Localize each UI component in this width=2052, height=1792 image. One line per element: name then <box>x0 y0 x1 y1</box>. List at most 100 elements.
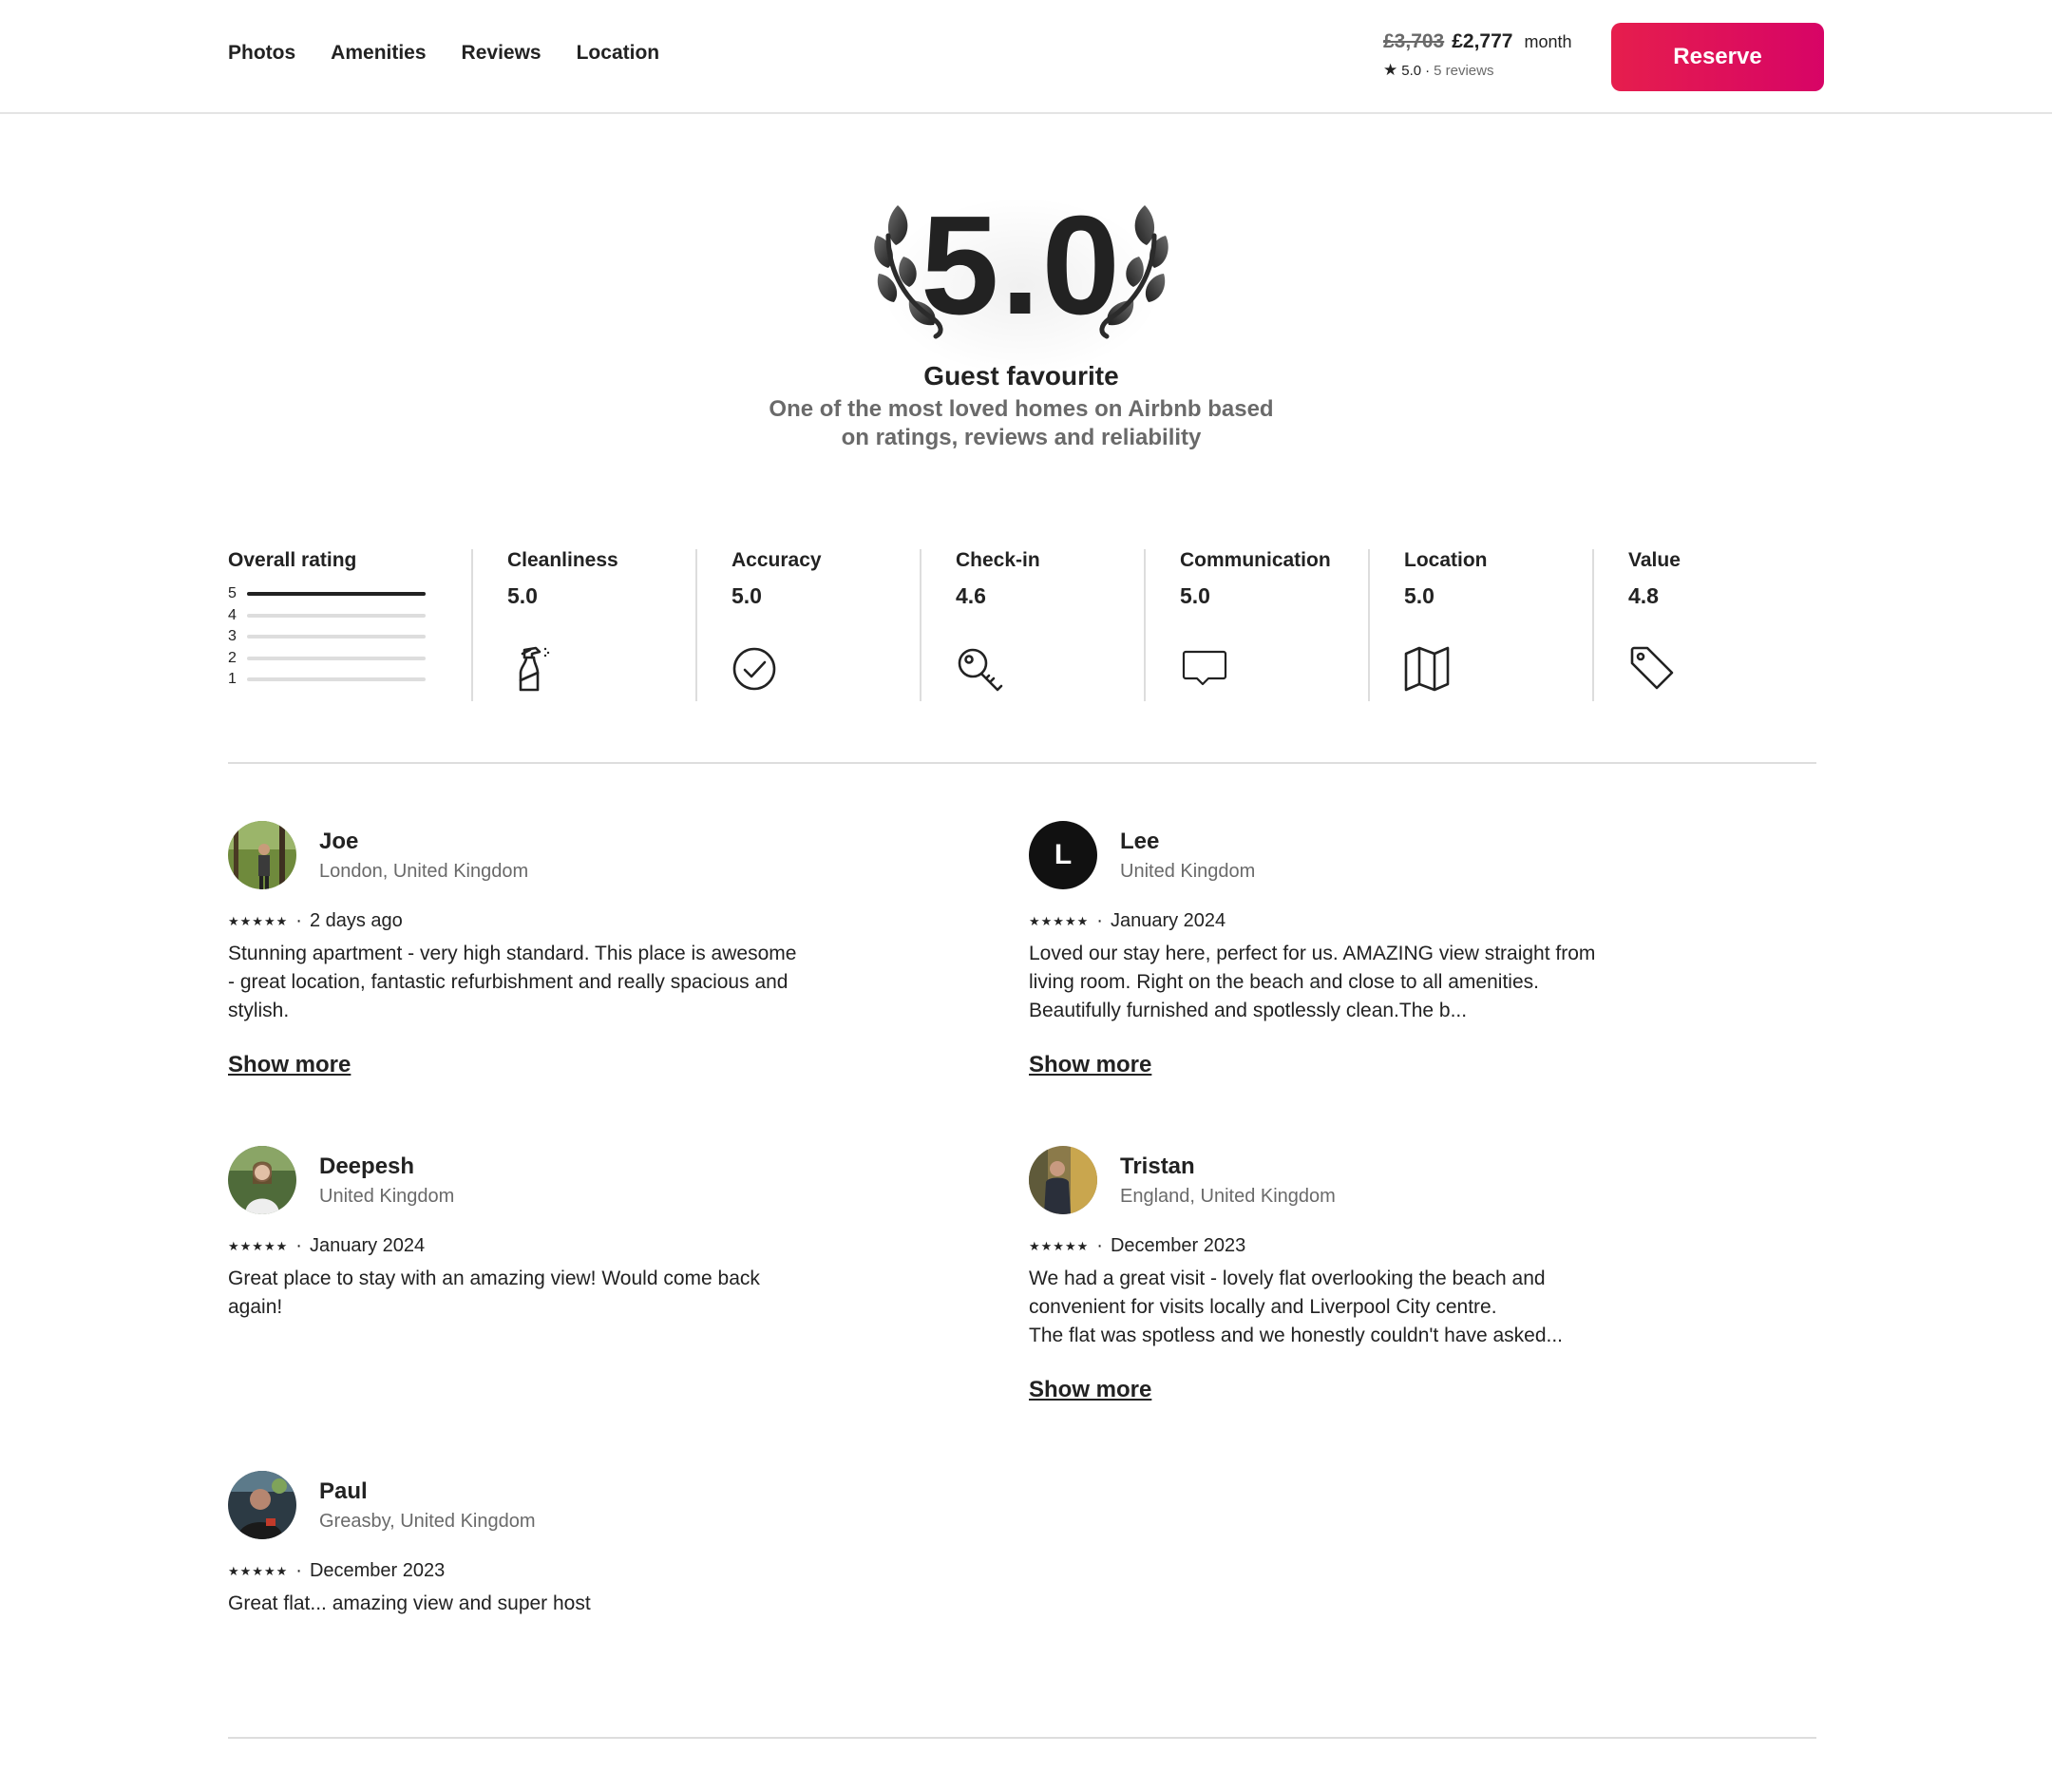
price-summary: £3,703 £2,777 month ★ 5.0 · 5 reviews <box>1383 30 1572 80</box>
rating-bar-stars: 1 <box>228 671 237 688</box>
separator-dot: · <box>295 1560 302 1581</box>
sticky-header: Photos Amenities Reviews Location £3,703… <box>0 0 2052 114</box>
nav-amenities[interactable]: Amenities <box>331 42 426 65</box>
show-more-link[interactable]: Show more <box>1029 1377 1151 1403</box>
rating-bar-fill <box>247 592 426 597</box>
reviewer-name: Joe <box>319 828 359 854</box>
guest-favourite-subtitle: One of the most loved homes on Airbnb ba… <box>0 395 2042 452</box>
original-price: £3,703 <box>1383 30 1445 52</box>
review-card: Joe London, United Kingdom ★★★★★ · 2 day… <box>228 821 836 1078</box>
separator-dot: · <box>1425 62 1431 79</box>
section-nav: Photos Amenities Reviews Location <box>228 42 694 65</box>
tag-icon <box>1630 646 1674 690</box>
category-check-in: Check-in 4.6 <box>920 549 1144 701</box>
category-value: 4.6 <box>956 583 986 608</box>
show-more-link[interactable]: Show more <box>1029 1052 1151 1078</box>
review-date: 2 days ago <box>309 910 403 931</box>
header-rating: 5.0 <box>1401 62 1422 79</box>
review-date: January 2024 <box>309 1235 426 1256</box>
star-icon: ★ <box>1383 61 1398 79</box>
avatar[interactable] <box>228 1146 296 1214</box>
category-label: Location <box>1404 549 1488 571</box>
section-divider <box>228 762 1816 764</box>
guest-favourite-badge: 5.0 <box>822 186 1221 376</box>
rating-bar-stars: 3 <box>228 628 237 645</box>
rating-bar-track <box>247 635 426 639</box>
review-text-line: The flat was spotless and we honestly co… <box>1029 1325 1563 1346</box>
show-more-link[interactable]: Show more <box>228 1052 351 1078</box>
nav-photos[interactable]: Photos <box>228 42 295 65</box>
review-date: December 2023 <box>309 1560 446 1581</box>
reviewer-location: Greasby, United Kingdom <box>319 1510 536 1532</box>
category-value: 5.0 <box>507 583 538 608</box>
category-accuracy: Accuracy 5.0 <box>695 549 920 701</box>
separator-dot: · <box>1096 910 1103 931</box>
avatar[interactable] <box>228 1471 296 1539</box>
overall-rating-label: Overall rating <box>228 549 357 571</box>
avatar[interactable] <box>1029 1146 1097 1214</box>
avatar[interactable] <box>228 821 296 889</box>
category-value: Value 4.8 <box>1592 549 1816 701</box>
review-stars: ★★★★★ <box>228 1238 289 1253</box>
price-unit: month <box>1524 32 1572 51</box>
review-stars: ★★★★★ <box>228 913 289 928</box>
subtitle-line: One of the most loved homes on Airbnb ba… <box>769 396 1274 422</box>
key-icon <box>958 648 1003 692</box>
avatar-photo-joe <box>228 821 296 889</box>
category-label: Cleanliness <box>507 549 618 571</box>
category-location: Location 5.0 <box>1368 549 1592 701</box>
reviewer-location: United Kingdom <box>1120 860 1256 882</box>
review-text: Loved our stay here, perfect for us. AMA… <box>1029 943 1596 1021</box>
reserve-button[interactable]: Reserve <box>1611 23 1824 91</box>
review-text: Great flat... amazing view and super hos… <box>228 1592 591 1614</box>
separator-dot: · <box>1096 1235 1103 1256</box>
rating-bar-track <box>247 677 426 682</box>
review-count-link[interactable]: 5 reviews <box>1434 63 1493 79</box>
nav-reviews[interactable]: Reviews <box>462 42 542 65</box>
review-text: Stunning apartment - very high standard.… <box>228 943 797 1021</box>
separator-dot: · <box>295 1235 302 1256</box>
reviewer-name: Lee <box>1120 828 1160 854</box>
category-value: 4.8 <box>1628 583 1659 608</box>
review-card: Deepesh United Kingdom ★★★★★ · January 2… <box>228 1146 836 1322</box>
review-card: L Lee United Kingdom ★★★★★ · January 202… <box>1029 821 1637 1078</box>
review-stars: ★★★★★ <box>1029 1238 1090 1253</box>
category-value: 5.0 <box>1180 583 1210 608</box>
check-circle-icon <box>732 647 776 691</box>
review-text: Great place to stay with an amazing view… <box>228 1268 760 1318</box>
rating-bar-row: 4 <box>228 605 473 627</box>
review-card: Tristan England, United Kingdom ★★★★★ · … <box>1029 1146 1637 1403</box>
rating-bar-stars: 2 <box>228 649 237 666</box>
category-label: Value <box>1628 549 1681 571</box>
reviewer-name: Tristan <box>1120 1153 1195 1179</box>
review-date: January 2024 <box>1110 910 1226 931</box>
review-text: We had a great visit - lovely flat overl… <box>1029 1265 1608 1350</box>
category-ratings: Overall rating 5 4 3 2 1 Cleanliness 5.0… <box>228 549 1816 701</box>
spray-bottle-icon <box>519 646 550 692</box>
rating-bar-stars: 5 <box>228 585 237 602</box>
rating-bar-row: 1 <box>228 669 473 691</box>
laurel-right-icon <box>1099 205 1168 339</box>
rating-distribution: 5 4 3 2 1 <box>228 583 473 691</box>
category-value: 5.0 <box>732 583 762 608</box>
avatar[interactable]: L <box>1029 821 1097 889</box>
category-label: Accuracy <box>732 549 822 571</box>
rating-bar-row: 3 <box>228 626 473 648</box>
avatar-photo-paul <box>228 1471 296 1539</box>
overall-rating: Overall rating 5 4 3 2 1 <box>228 549 473 691</box>
review-date: December 2023 <box>1110 1235 1246 1256</box>
review-stars: ★★★★★ <box>228 1563 289 1578</box>
nav-location[interactable]: Location <box>577 42 660 65</box>
category-cleanliness: Cleanliness 5.0 <box>471 549 695 701</box>
avatar-photo-tristan <box>1029 1146 1097 1214</box>
map-icon <box>1404 646 1450 692</box>
reviewer-name: Deepesh <box>319 1153 415 1179</box>
avatar-photo-deepesh <box>228 1146 296 1214</box>
rating-bar-track <box>247 592 426 597</box>
subtitle-line: on ratings, reviews and reliability <box>841 425 1202 450</box>
review-text-line: We had a great visit - lovely flat overl… <box>1029 1268 1546 1318</box>
chat-bubble-icon <box>1182 650 1227 686</box>
category-communication: Communication 5.0 <box>1144 549 1368 701</box>
rating-bar-stars: 4 <box>228 606 237 623</box>
category-value: 5.0 <box>1404 583 1434 608</box>
